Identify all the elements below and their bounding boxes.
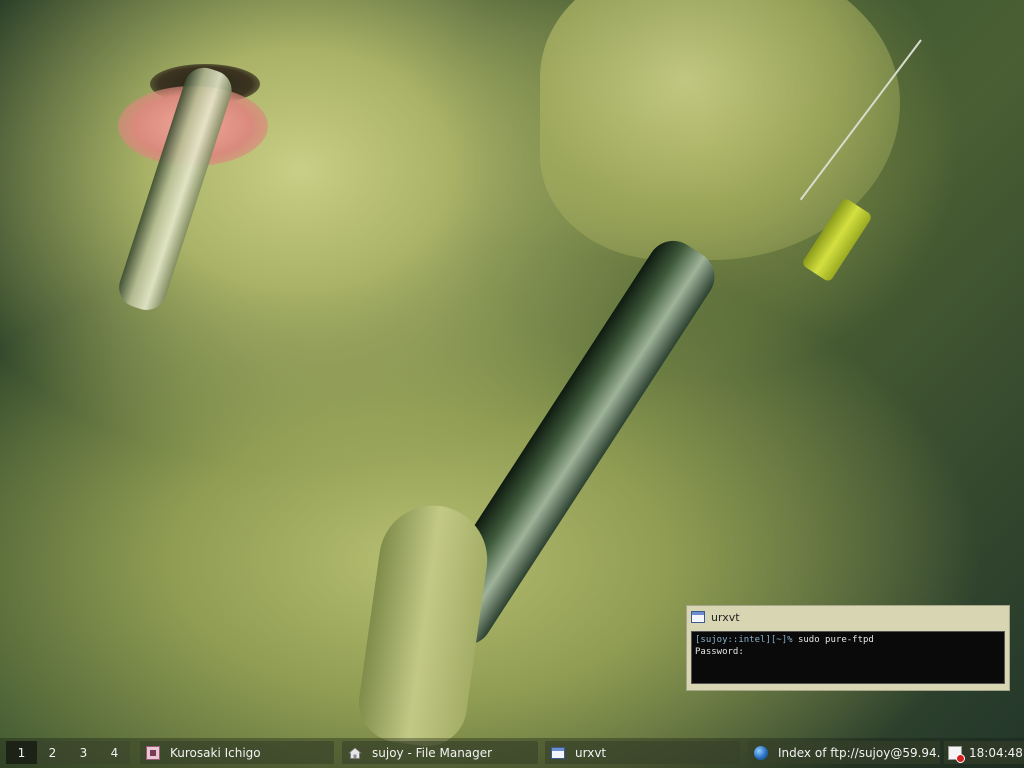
- terminal-output[interactable]: [sujoy::intel][~]% sudo pure-ftpd Passwo…: [691, 631, 1005, 684]
- task-browser[interactable]: Index of ftp://sujoy@59.94.2: [748, 741, 940, 764]
- desktop[interactable]: urxvt [sujoy::intel][~]% sudo pure-ftpd …: [0, 0, 1024, 768]
- clock[interactable]: 18:04:48: [969, 746, 1023, 760]
- task-label: sujoy - File Manager: [372, 745, 493, 760]
- window-icon: [551, 746, 565, 760]
- task-urxvt[interactable]: urxvt: [545, 741, 740, 764]
- workspace-1[interactable]: 1: [6, 741, 37, 764]
- notification-error-icon[interactable]: [948, 745, 965, 763]
- chat-icon: [146, 745, 160, 760]
- home-folder-icon: [348, 746, 362, 760]
- terminal-window[interactable]: urxvt [sujoy::intel][~]% sudo pure-ftpd …: [686, 605, 1010, 691]
- terminal-line-command: [sujoy::intel][~]% sudo pure-ftpd: [695, 634, 1001, 646]
- terminal-line-output: Password:: [695, 647, 744, 657]
- task-file-manager[interactable]: sujoy - File Manager: [342, 741, 538, 764]
- workspace-3[interactable]: 3: [68, 741, 99, 764]
- workspace-4[interactable]: 4: [99, 741, 130, 764]
- system-tray: 18:04:48: [944, 741, 1024, 764]
- window-icon: [691, 611, 705, 623]
- task-kurosaki-ichigo[interactable]: Kurosaki Ichigo: [140, 741, 334, 764]
- terminal-titlebar[interactable]: urxvt: [687, 606, 1009, 628]
- task-label: Index of ftp://sujoy@59.94.2: [778, 745, 940, 760]
- shell-command: sudo pure-ftpd: [792, 635, 874, 645]
- task-label: Kurosaki Ichigo: [170, 745, 261, 760]
- taskbar: 1 2 3 4 Kurosaki Ichigo sujoy - File Man…: [0, 738, 1024, 768]
- workspace-pager: 1 2 3 4: [6, 741, 130, 764]
- workspace-2[interactable]: 2: [37, 741, 68, 764]
- wallpaper-finger: [353, 498, 495, 752]
- task-label: urxvt: [575, 745, 607, 760]
- globe-icon: [754, 745, 768, 760]
- terminal-title: urxvt: [711, 610, 740, 624]
- shell-prompt: [sujoy::intel][~]%: [695, 635, 793, 645]
